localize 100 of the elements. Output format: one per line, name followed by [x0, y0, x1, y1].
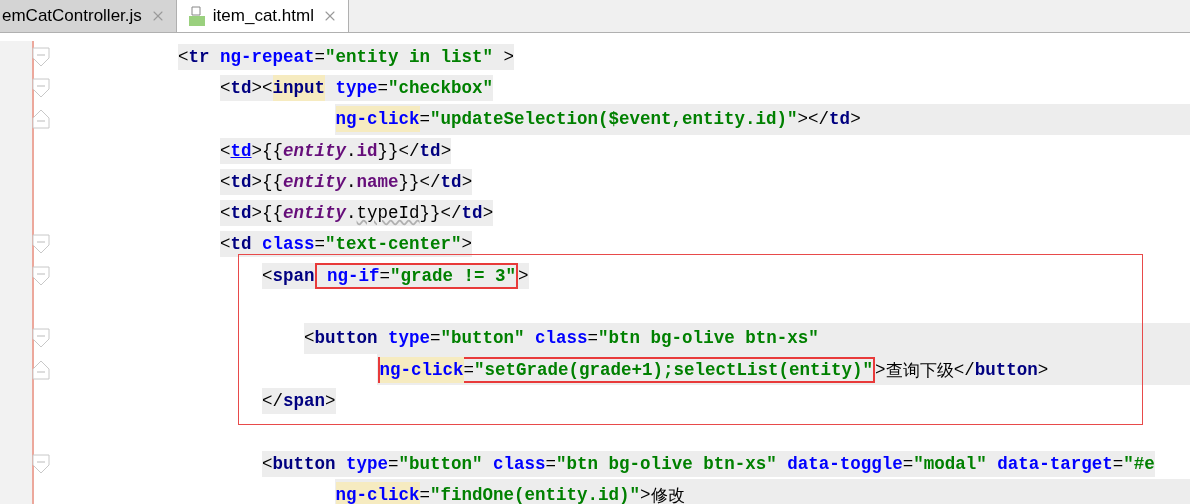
code-punctuation: >: [640, 483, 651, 504]
code-punctuation: <: [220, 233, 231, 257]
code-punctuation: ><: [251, 76, 273, 100]
code-punctuation: =: [314, 233, 326, 257]
code-text: 修改: [650, 483, 685, 504]
tag-name: td: [230, 202, 252, 226]
code-punctuation: >: [518, 264, 529, 288]
fold-icon[interactable]: [32, 328, 50, 349]
attribute-name: ng-click: [379, 356, 464, 383]
tag-name: span: [283, 389, 326, 413]
tag-name: button: [272, 452, 336, 476]
code-punctuation: =: [430, 327, 441, 351]
tag-name: span: [272, 264, 315, 288]
attribute-name: type: [334, 76, 378, 100]
variable-name: entity: [283, 170, 347, 194]
attribute-name: ng-repeat: [219, 45, 315, 69]
attribute-value: "modal": [913, 452, 987, 476]
code-punctuation: }}</: [398, 170, 441, 194]
attribute-name: class: [492, 452, 546, 476]
code-punctuation: =: [419, 108, 431, 132]
code-punctuation: =: [377, 76, 389, 100]
code-punctuation: <: [262, 264, 273, 288]
editor-tab[interactable]: emCatController.js: [0, 0, 177, 32]
code-punctuation: <: [220, 139, 231, 163]
code-punctuation: =: [379, 264, 391, 288]
code-punctuation: <: [220, 76, 231, 100]
code-punctuation: <: [304, 327, 315, 351]
attribute-value: "button": [398, 452, 483, 476]
fold-icon[interactable]: [32, 234, 50, 255]
code-punctuation: >: [325, 389, 336, 413]
tag-link[interactable]: td: [230, 137, 252, 164]
tag-name: td: [440, 170, 462, 194]
code-punctuation: <: [220, 170, 231, 194]
attribute-value: "setGrade(grade+1);selectList(entity)": [474, 358, 874, 382]
code-punctuation: }}</: [419, 202, 462, 226]
code-punctuation: >: [1037, 358, 1049, 382]
code-punctuation: =: [314, 45, 326, 69]
attribute-value: "entity in list": [325, 45, 494, 69]
code-punctuation: =: [388, 452, 399, 476]
attribute-name: class: [534, 327, 588, 351]
code-text: 查询下级: [885, 358, 954, 382]
code-punctuation: >: [482, 202, 494, 226]
code-punctuation: >: [875, 358, 886, 382]
fold-icon[interactable]: [32, 46, 50, 67]
code-punctuation: </: [953, 358, 975, 382]
fold-icon[interactable]: [32, 265, 50, 286]
tag-name: td: [230, 170, 252, 194]
attribute-name: class: [261, 233, 315, 257]
tag-name: tr: [188, 45, 210, 69]
tab-label: item_cat.html: [212, 6, 314, 26]
fold-icon[interactable]: [32, 359, 50, 380]
code-punctuation: }}</: [377, 139, 420, 163]
field-name: typeId: [356, 202, 420, 226]
code-punctuation: <: [220, 202, 231, 226]
code-punctuation: >: [440, 139, 452, 163]
attribute-name: data-target: [996, 452, 1113, 476]
tag-name: td: [461, 202, 483, 226]
tag-name: td: [230, 76, 252, 100]
code-punctuation: =: [1112, 452, 1124, 476]
code-punctuation: >: [461, 233, 473, 257]
attribute-name: data-toggle: [786, 452, 903, 476]
code-punctuation: <: [178, 45, 189, 69]
attribute-name: ng-click: [335, 481, 420, 504]
code-punctuation: .: [346, 170, 357, 194]
attribute-name: type: [345, 452, 389, 476]
attribute-name: ng-if: [326, 264, 380, 288]
attribute-value: "#e: [1123, 452, 1155, 476]
fold-icon[interactable]: [32, 453, 50, 474]
code-punctuation: <: [262, 452, 273, 476]
code-punctuation: .: [346, 139, 357, 163]
attribute-name: type: [387, 327, 431, 351]
editor-tab[interactable]: item_cat.html: [176, 0, 349, 32]
code-punctuation: =: [587, 327, 599, 351]
code-punctuation: ></: [797, 108, 830, 132]
attribute-value: "btn bg-olive btn-xs": [598, 327, 819, 351]
attribute-value: "updateSelection($event,entity.id)": [430, 108, 798, 132]
code-punctuation: =: [419, 483, 431, 504]
code-punctuation: >: [461, 170, 473, 194]
field-name: id: [356, 139, 378, 163]
tag-name: td: [829, 108, 851, 132]
variable-name: entity: [283, 202, 347, 226]
tag-name: input: [272, 74, 326, 101]
code-punctuation: =: [545, 452, 557, 476]
code-punctuation: >: [502, 45, 515, 69]
fold-icon[interactable]: [32, 109, 50, 130]
field-name: name: [356, 170, 399, 194]
attribute-value: "checkbox": [388, 76, 494, 100]
attribute-value: "button": [440, 327, 525, 351]
variable-name: entity: [283, 139, 347, 163]
attribute-value: "btn bg-olive btn-xs": [556, 452, 777, 476]
code-punctuation: >: [850, 108, 861, 132]
code-punctuation: .: [346, 202, 357, 226]
code-punctuation: >{{: [251, 139, 284, 163]
tab-label: emCatController.js: [2, 6, 142, 26]
attribute-name: ng-click: [335, 106, 420, 133]
tag-name: button: [314, 327, 378, 351]
code-punctuation: =: [902, 452, 914, 476]
html-file-icon: [188, 6, 205, 26]
attribute-value: "findOne(entity.id)": [430, 483, 641, 504]
fold-icon[interactable]: [32, 77, 50, 98]
